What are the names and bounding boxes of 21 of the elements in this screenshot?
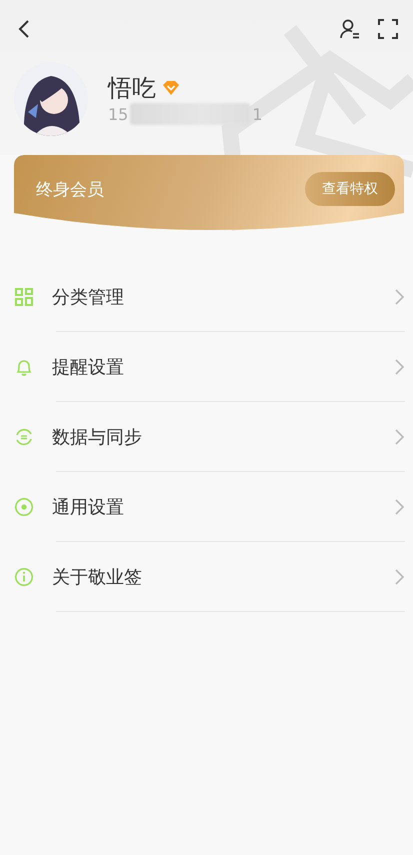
menu-item[interactable]: 分类管理 [52,285,393,309]
menu-item[interactable]: 数据与同步 [52,425,393,449]
phone-number-end: 1 [252,104,263,124]
chevron-right-icon [393,568,405,586]
bell-icon [14,357,34,377]
sync-icon [14,427,34,447]
fullscreen-icon[interactable] [377,18,399,40]
menu-item[interactable]: 提醒设置 [52,355,393,379]
menu-item[interactable]: 通用设置 [52,495,393,519]
chevron-right-icon [393,498,405,516]
radio-icon [14,497,34,517]
chevron-right-icon [393,288,405,306]
user-icon[interactable] [339,18,361,40]
chevron-right-icon [393,358,405,376]
membership-title: 终身会员 [36,178,104,200]
grid-icon [14,287,34,307]
user-name: 悟吃 [108,73,156,103]
phone-number-start: 15 [108,104,128,124]
info-icon [14,567,34,587]
menu-item[interactable]: 关于敬业签 [52,565,393,589]
chevron-right-icon [393,428,405,446]
